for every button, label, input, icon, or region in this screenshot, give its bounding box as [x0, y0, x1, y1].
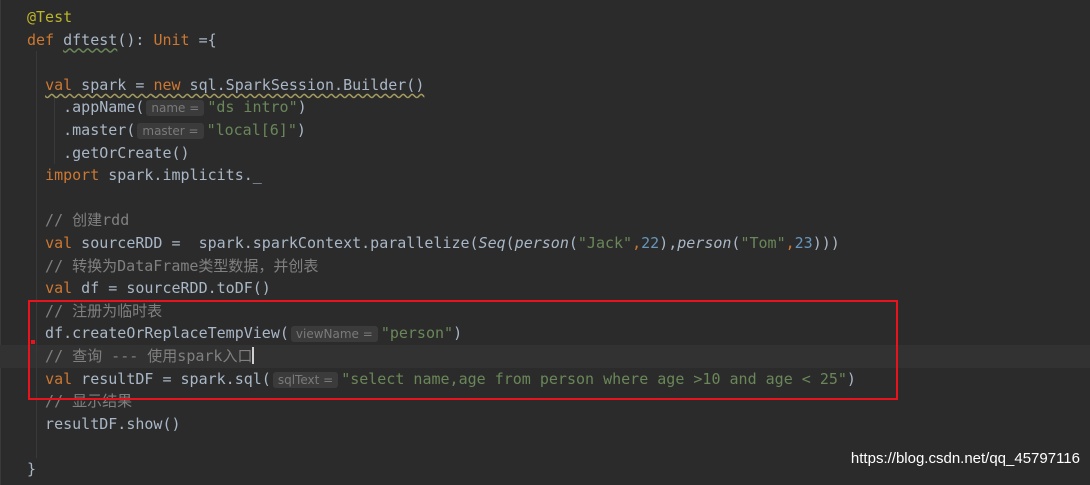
code-line[interactable]: // 转换为DataFrame类型数据，并创表 — [27, 255, 318, 278]
code-token: dftest — [63, 30, 118, 49]
code-token: ( — [505, 234, 515, 252]
code-token: 23 — [794, 234, 813, 252]
code-token: ))) — [812, 234, 840, 252]
parameter-hint: name = — [146, 100, 205, 117]
code-token: spark.implicits._ — [99, 166, 262, 185]
code-line[interactable]: val df = sourceRDD.toDF() — [27, 277, 271, 300]
code-token: ( — [568, 234, 578, 252]
watermark: https://blog.csdn.net/qq_45797116 — [850, 450, 1080, 467]
code-token: ) — [297, 98, 307, 117]
code-token: .getOrCreate() — [27, 143, 190, 162]
code-token: ), — [659, 234, 678, 252]
code-token: Unit — [153, 30, 190, 49]
code-token: "local[6]" — [206, 121, 297, 139]
code-editor[interactable]: @Test def dftest(): Unit ={ val spark = n… — [0, 0, 1090, 485]
code-token: person — [677, 234, 732, 252]
code-token: 22 — [641, 234, 660, 252]
code-token: .master( — [27, 121, 136, 139]
code-line[interactable]: import spark.implicits._ — [27, 164, 262, 187]
code-line[interactable]: // 创建rdd — [27, 209, 129, 232]
code-token: "Jack" — [577, 234, 633, 252]
code-token: .appName( — [27, 98, 145, 117]
code-line[interactable]: def dftest(): Unit ={ — [27, 29, 217, 52]
code-token: } — [27, 460, 37, 478]
code-token: def — [27, 30, 64, 49]
code-line[interactable]: val sourceRDD = spark.sparkContext.paral… — [27, 232, 840, 255]
code-token: , — [785, 234, 795, 252]
code-token: import — [45, 166, 100, 185]
code-token: val — [45, 279, 73, 298]
code-token: spark = — [72, 75, 154, 94]
code-token: sql.SparkSession.Builder() — [180, 75, 425, 94]
gutter-divider — [0, 0, 1, 485]
code-token: // 转换为DataFrame类型数据，并创表 — [27, 256, 319, 275]
code-token: , — [632, 234, 642, 252]
code-line[interactable]: @Test — [27, 6, 72, 29]
code-token: ) — [296, 121, 306, 139]
code-token: df = sourceRDD.toDF() — [72, 279, 271, 298]
code-token: @Test — [27, 8, 73, 26]
highlight-annotation-box — [28, 300, 898, 400]
code-line[interactable]: .appName(name = "ds intro") — [27, 96, 307, 119]
code-token: resultDF.show() — [27, 414, 181, 433]
change-marker — [31, 340, 35, 344]
code-token: val — [45, 75, 73, 94]
code-token: val — [45, 234, 73, 252]
code-line[interactable]: .getOrCreate() — [27, 142, 190, 165]
code-token: sourceRDD = spark.sparkContext.paralleli… — [72, 234, 479, 252]
parameter-hint: master = — [137, 123, 204, 139]
code-token: "Tom" — [740, 234, 786, 252]
code-line[interactable]: } — [27, 458, 36, 481]
code-token: ={ — [189, 30, 217, 49]
code-token: // 创建rdd — [27, 211, 130, 230]
code-token: new — [153, 75, 181, 94]
code-line[interactable]: .master(master = "local[6]") — [27, 119, 306, 142]
code-token: "ds intro" — [207, 98, 298, 117]
code-line[interactable]: val spark = new sql.SparkSession.Builder… — [27, 74, 424, 97]
code-line[interactable]: resultDF.show() — [27, 413, 181, 436]
code-token: (): — [117, 30, 154, 49]
code-token: Seq — [478, 234, 506, 252]
code-token: person — [514, 234, 569, 252]
